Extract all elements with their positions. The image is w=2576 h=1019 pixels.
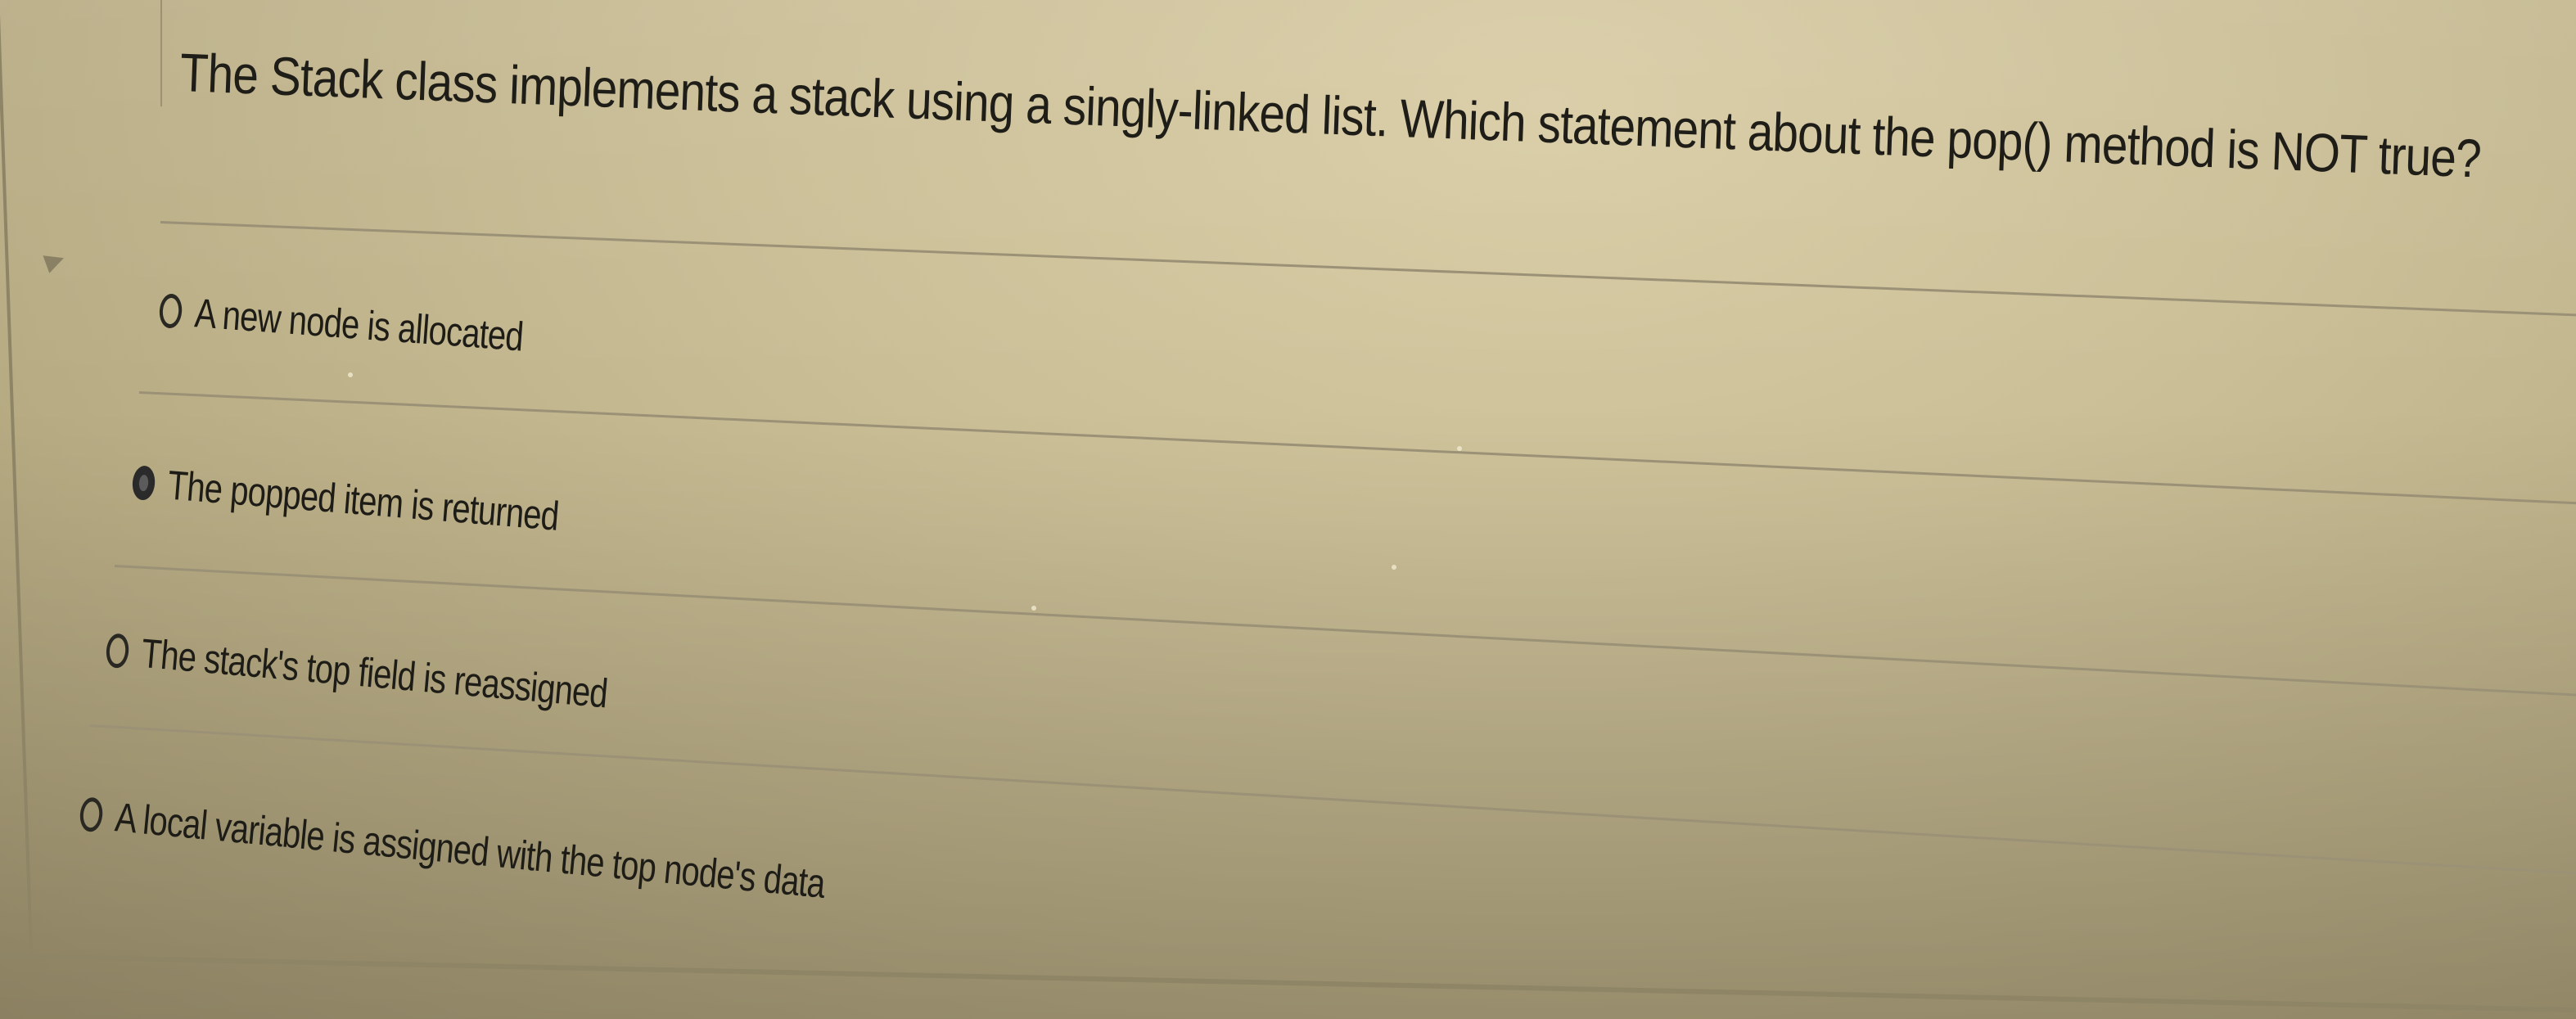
dust-speck [1457,446,1462,451]
radio-checked-icon[interactable] [131,465,156,502]
dust-speck [348,372,353,377]
dust-speck [1392,565,1396,570]
radio-unchecked-icon[interactable] [158,293,183,329]
radio-unchecked-icon[interactable] [105,633,130,670]
dust-speck [1031,606,1036,611]
question-box-border [160,0,162,106]
radio-unchecked-icon[interactable] [79,796,105,833]
quiz-panel: ▶ The Stack class implements a stack usi… [0,0,2576,1019]
